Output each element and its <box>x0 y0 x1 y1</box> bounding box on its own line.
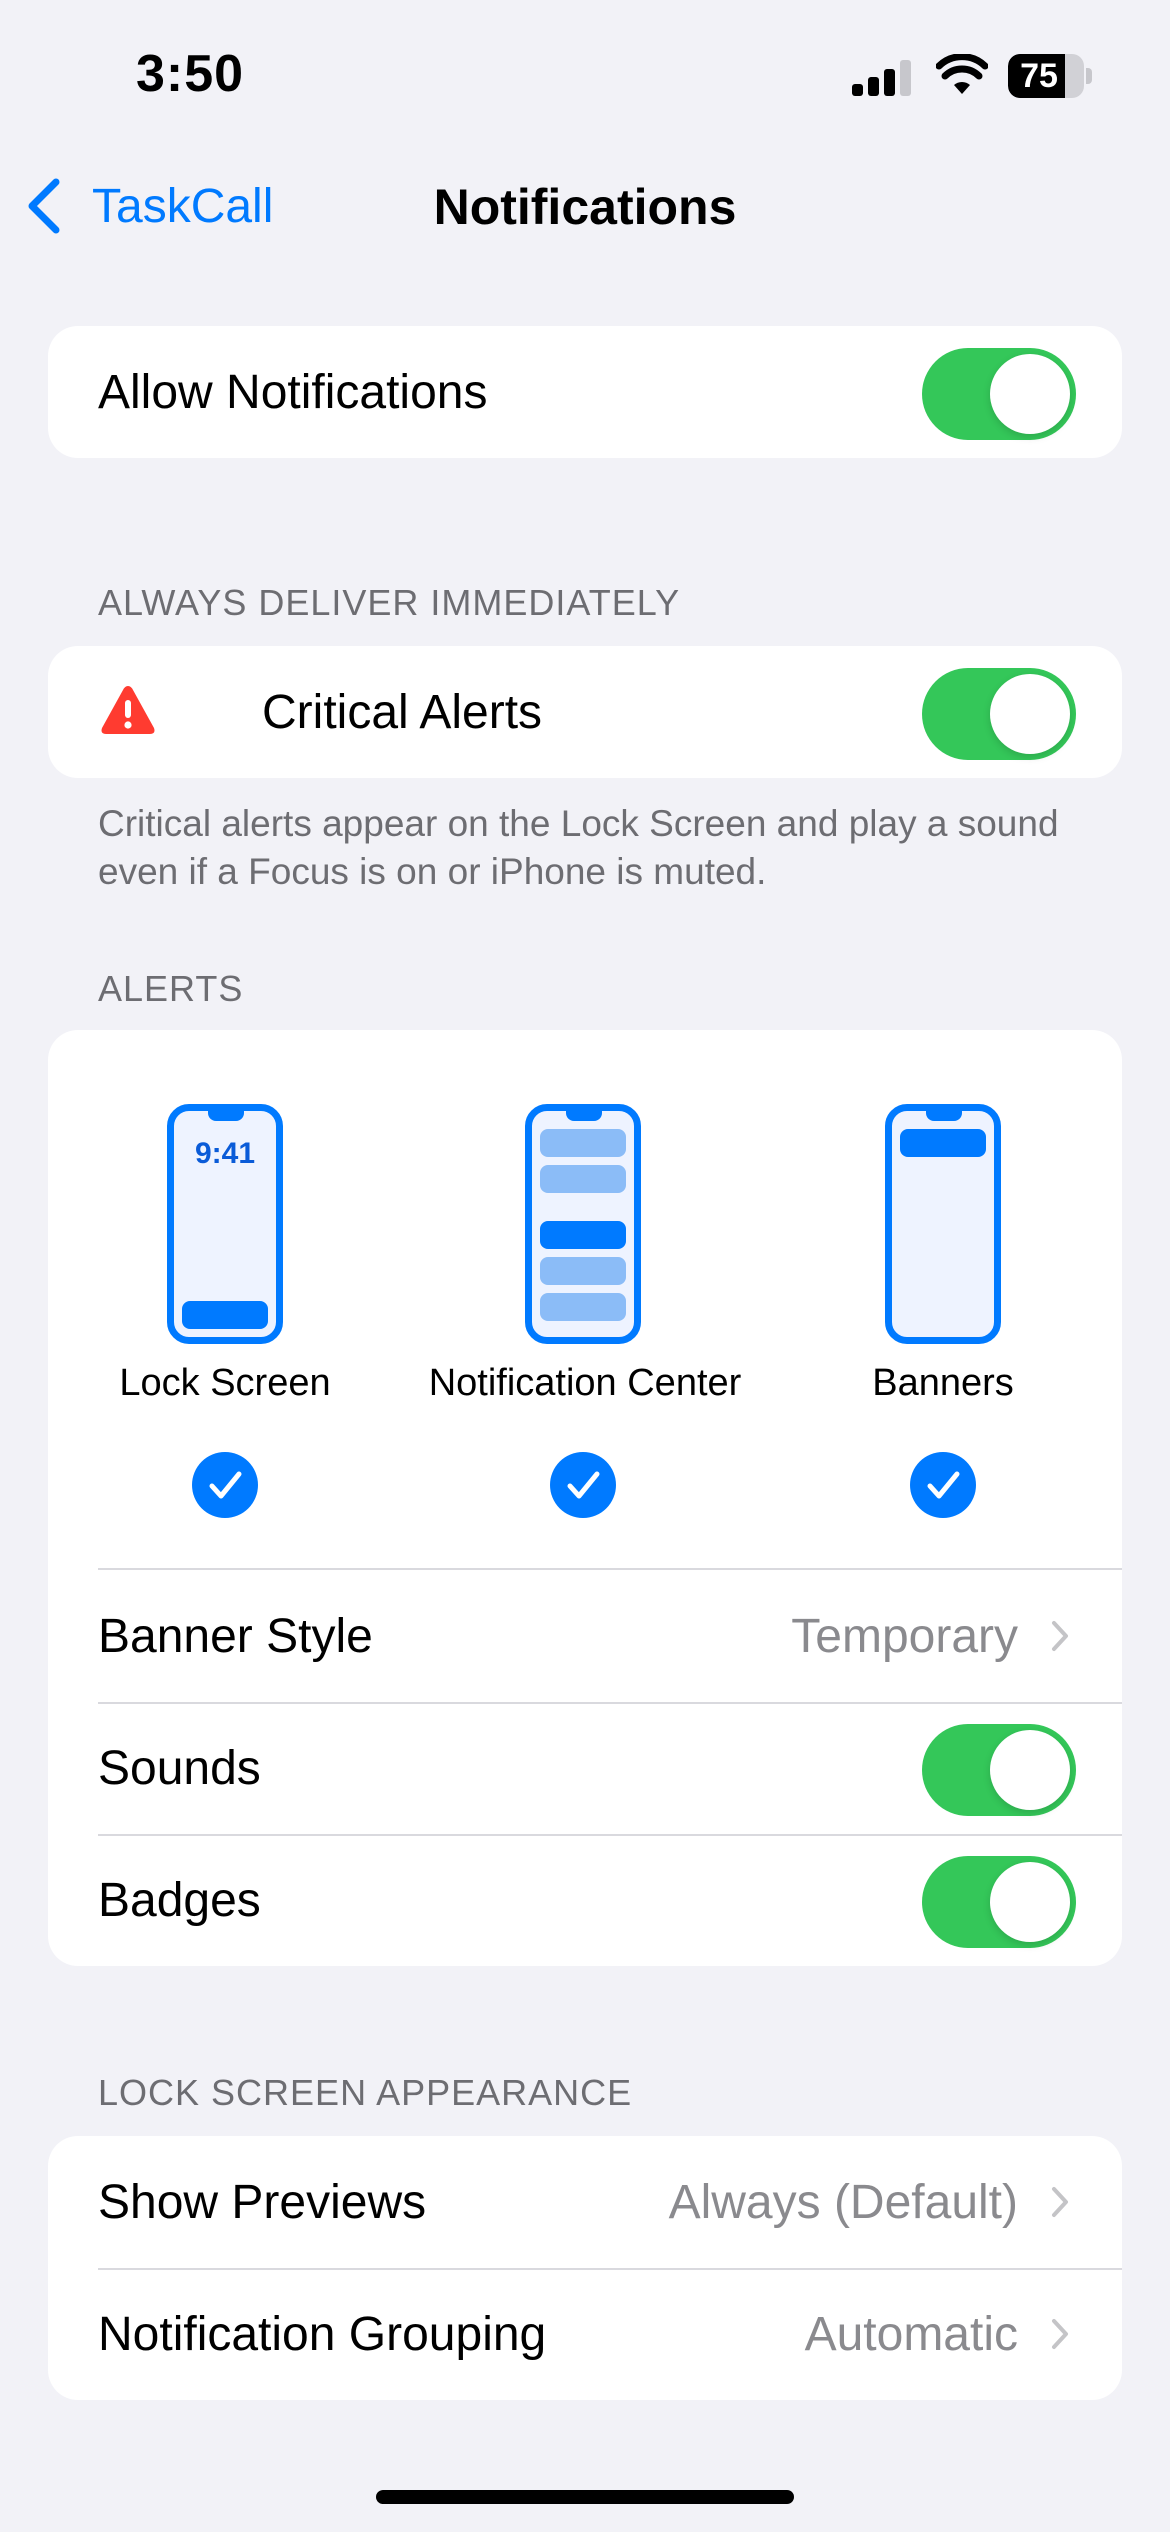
critical-alerts-group: Critical Alerts <box>48 646 1122 778</box>
warning-triangle-icon <box>101 686 155 734</box>
notification-center-label: Notification Center <box>428 1362 742 1404</box>
home-indicator[interactable] <box>376 2490 794 2504</box>
banners-label: Banners <box>872 1362 1014 1404</box>
lock-screen-clock: 9:41 <box>194 1137 256 1170</box>
wifi-icon <box>936 54 988 94</box>
alert-option-lock-screen[interactable]: 9:41 Lock Screen <box>50 1030 400 1570</box>
lock-screen-appearance-group: Show Previews Always (Default) Notificat… <box>48 2136 1122 2400</box>
checkmark-icon <box>209 1471 242 1499</box>
banner-style-row[interactable]: Banner Style Temporary <box>48 1570 1122 1702</box>
show-previews-value: Always (Default) <box>668 2175 1018 2229</box>
alert-style-picker: 9:41 Lock Screen Notification Center Ban… <box>48 1030 1122 1570</box>
alerts-group: 9:41 Lock Screen Notification Center Ban… <box>48 1030 1122 1966</box>
checkmark-icon <box>567 1471 600 1499</box>
chevron-right-icon <box>1052 2319 1068 2349</box>
critical-alerts-toggle[interactable] <box>922 668 1076 760</box>
banners-check[interactable] <box>910 1452 976 1518</box>
banner-style-value: Temporary <box>791 1609 1018 1663</box>
battery-percent: 75 <box>1020 57 1058 95</box>
lock-screen-appearance-header: LOCK SCREEN APPEARANCE <box>98 2072 633 2113</box>
allow-notifications-row: Allow Notifications <box>48 326 1122 458</box>
allow-notifications-toggle[interactable] <box>922 348 1076 440</box>
status-time: 3:50 <box>136 45 245 103</box>
notification-center-preview <box>525 1104 641 1344</box>
chevron-right-icon <box>1052 2187 1068 2217</box>
navigation-bar: TaskCall Notifications <box>0 160 1170 250</box>
show-previews-row[interactable]: Show Previews Always (Default) <box>48 2136 1122 2268</box>
chevron-right-icon <box>1052 1621 1068 1651</box>
notification-center-check[interactable] <box>550 1452 616 1518</box>
alert-option-banners[interactable]: Banners <box>768 1030 1118 1570</box>
alerts-header: ALERTS <box>98 968 244 1009</box>
critical-alerts-row: Critical Alerts <box>48 646 1122 778</box>
page-title: Notifications <box>433 179 737 235</box>
always-deliver-header: ALWAYS DELIVER IMMEDIATELY <box>98 582 681 623</box>
lock-screen-preview: 9:41 <box>167 1104 283 1344</box>
notification-grouping-value: Automatic <box>804 2307 1018 2361</box>
banners-preview <box>885 1104 1001 1344</box>
badges-row: Badges <box>48 1834 1122 1966</box>
critical-alerts-note: Critical alerts appear on the Lock Scree… <box>98 803 1059 892</box>
lock-screen-label: Lock Screen <box>119 1362 331 1404</box>
status-bar: 3:50 75 <box>0 0 1170 150</box>
lock-screen-check[interactable] <box>192 1452 258 1518</box>
alert-option-notification-center[interactable]: Notification Center <box>410 1030 760 1570</box>
signal-icon <box>852 60 911 96</box>
sounds-toggle[interactable] <box>922 1724 1076 1816</box>
notification-grouping-row[interactable]: Notification Grouping Automatic <box>48 2268 1122 2400</box>
sounds-row: Sounds <box>48 1702 1122 1834</box>
badges-toggle[interactable] <box>922 1856 1076 1948</box>
battery-icon: 75 <box>1008 54 1092 98</box>
allow-notifications-group: Allow Notifications <box>48 326 1122 458</box>
checkmark-icon <box>927 1471 960 1499</box>
